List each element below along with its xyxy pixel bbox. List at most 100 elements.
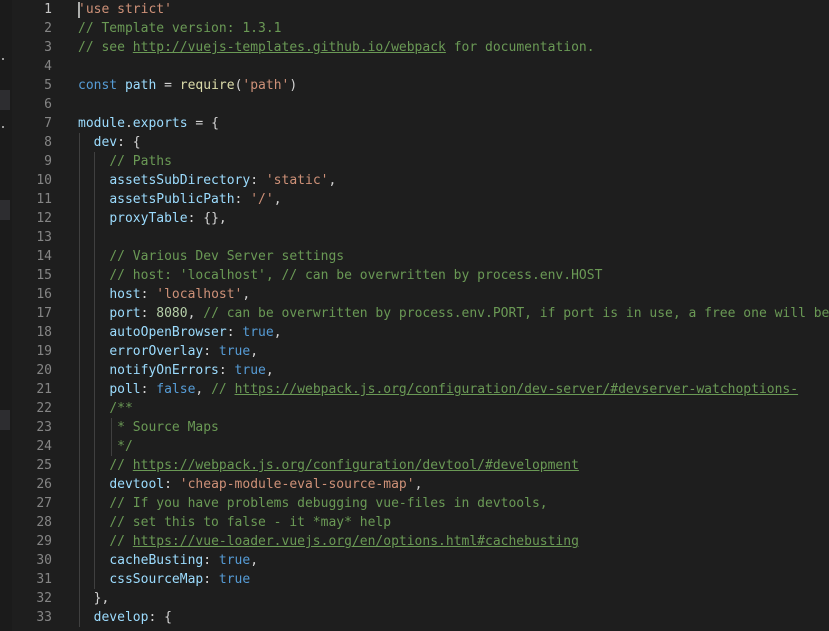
code-token-plain: , — [265, 363, 274, 378]
code-line[interactable]: 22 /** — [0, 399, 829, 418]
code-line[interactable]: 3 // see http://vuejs-templates.github.io… — [0, 38, 829, 57]
code-token-plain: , — [273, 192, 282, 207]
code-token-plain: , — [414, 477, 423, 492]
code-text[interactable]: }, — [78, 589, 110, 608]
code-line[interactable]: 9 // Paths — [0, 152, 829, 171]
code-text[interactable]: // Various Dev Server settings — [78, 247, 344, 266]
code-token-comment: // — [211, 382, 235, 397]
code-text[interactable]: poll: false, // https://webpack.js.org/c… — [78, 380, 798, 399]
code-line[interactable]: 2 // Template version: 1.3.1 — [0, 19, 829, 38]
code-line[interactable]: 8 dev: { — [0, 133, 829, 152]
code-line[interactable]: 16 host: 'localhost', — [0, 285, 829, 304]
code-line[interactable]: 17 port: 8080, // can be overwritten by … — [0, 304, 829, 323]
code-token-plain: , — [187, 306, 204, 321]
code-token-comment: // set this to false - it *may* help — [109, 515, 392, 530]
code-text[interactable]: // see http://vuejs-templates.github.io/… — [78, 38, 595, 57]
code-token-plain: : — [250, 173, 266, 188]
code-line[interactable]: 18 autoOpenBrowser: true, — [0, 323, 829, 342]
code-text[interactable]: host: 'localhost', — [78, 285, 250, 304]
code-line[interactable]: 10 assetsSubDirectory: 'static', — [0, 171, 829, 190]
code-token-plain: , — [250, 553, 259, 568]
code-token-keyword: true — [218, 572, 251, 587]
code-line[interactable]: 28 // set this to false - it *may* help — [0, 513, 829, 532]
code-line[interactable]: 31 cssSourceMap: true — [0, 570, 829, 589]
code-token-prop: assetsSubDirectory — [109, 173, 251, 188]
code-token-plain: . — [124, 116, 133, 131]
code-line[interactable]: 11 assetsPublicPath: '/', — [0, 190, 829, 209]
code-token-link[interactable]: https://vue-loader.vuejs.org/en/options.… — [133, 534, 579, 549]
code-line[interactable]: 4 — [0, 57, 829, 76]
code-token-string: 'path' — [242, 78, 290, 93]
line-number: 11 — [36, 192, 52, 207]
code-line[interactable]: 13 — [0, 228, 829, 247]
code-text[interactable]: // Template version: 1.3.1 — [78, 19, 282, 38]
line-number: 30 — [36, 553, 52, 568]
code-text[interactable]: // set this to false - it *may* help — [78, 513, 391, 532]
code-line[interactable]: 12 proxyTable: {}, — [0, 209, 829, 228]
code-line[interactable]: 1 'use strict' — [0, 0, 829, 19]
code-line[interactable]: 6 — [0, 95, 829, 114]
code-line[interactable]: 24 */ — [0, 437, 829, 456]
code-text[interactable]: devtool: 'cheap-module-eval-source-map', — [78, 475, 422, 494]
code-text[interactable]: errorOverlay: true, — [78, 342, 258, 361]
code-token-plain: : — [203, 553, 219, 568]
code-line[interactable]: 15 // host: 'localhost', // can be overw… — [0, 266, 829, 285]
code-line[interactable]: 32 }, — [0, 589, 829, 608]
code-token-plain: : { — [148, 610, 172, 625]
code-text[interactable]: assetsPublicPath: '/', — [78, 190, 282, 209]
code-text[interactable]: const path = require('path') — [78, 76, 297, 95]
code-line[interactable]: 27 // If you have problems debugging vue… — [0, 494, 829, 513]
code-token-plain: , — [250, 344, 259, 359]
line-number: 8 — [44, 135, 52, 150]
code-text[interactable]: port: 8080, // can be overwritten by pro… — [78, 304, 829, 323]
code-line[interactable]: 20 notifyOnErrors: true, — [0, 361, 829, 380]
code-text[interactable]: 'use strict' — [78, 0, 172, 19]
code-text[interactable]: // https://webpack.js.org/configuration/… — [78, 456, 579, 475]
code-token-comment: for documentation. — [445, 40, 595, 55]
code-line[interactable]: 23 * Source Maps — [0, 418, 829, 437]
code-text[interactable]: module.exports = { — [78, 114, 219, 133]
code-line[interactable]: 26 devtool: 'cheap-module-eval-source-ma… — [0, 475, 829, 494]
code-text[interactable]: notifyOnErrors: true, — [78, 361, 274, 380]
code-text[interactable]: develop: { — [78, 608, 172, 627]
code-token-link[interactable]: http://vuejs-templates.github.io/webpack — [133, 40, 446, 55]
code-text[interactable]: /** — [78, 399, 132, 418]
code-line[interactable]: 5 const path = require('path') — [0, 76, 829, 95]
code-line[interactable]: 21 poll: false, // https://webpack.js.or… — [0, 380, 829, 399]
code-editor[interactable]: 1 'use strict' 2 // Template version: 1.3.1… — [0, 0, 829, 631]
code-token-link[interactable]: https://webpack.js.org/configuration/dev… — [133, 458, 579, 473]
code-text[interactable]: proxyTable: {}, — [78, 209, 226, 228]
code-line[interactable]: 30 cacheBusting: true, — [0, 551, 829, 570]
code-text[interactable]: cssSourceMap: true — [78, 570, 250, 589]
code-token-comment: // — [109, 458, 133, 473]
code-token-keyword: true — [218, 344, 251, 359]
code-text[interactable]: dev: { — [78, 133, 141, 152]
code-line[interactable]: 29 // https://vue-loader.vuejs.org/en/op… — [0, 532, 829, 551]
code-text[interactable]: autoOpenBrowser: true, — [78, 323, 281, 342]
line-number: 3 — [44, 40, 52, 55]
code-line[interactable]: 14 // Various Dev Server settings — [0, 247, 829, 266]
line-number: 22 — [36, 401, 52, 416]
code-token-keyword: true — [234, 363, 266, 378]
code-line[interactable]: 33 develop: { — [0, 608, 829, 627]
line-number: 18 — [36, 325, 52, 340]
code-line[interactable]: 19 errorOverlay: true, — [0, 342, 829, 361]
code-text[interactable]: assetsSubDirectory: 'static', — [78, 171, 336, 190]
code-token-prop: cacheBusting — [109, 553, 204, 568]
code-line[interactable]: 25 // https://webpack.js.org/configurati… — [0, 456, 829, 475]
code-token-link[interactable]: https://webpack.js.org/configuration/dev… — [235, 382, 799, 397]
code-text[interactable]: // Paths — [78, 152, 172, 171]
code-text[interactable]: // host: 'localhost', // can be overwrit… — [78, 266, 602, 285]
code-text[interactable]: cacheBusting: true, — [78, 551, 258, 570]
code-text[interactable]: * Source Maps — [78, 418, 219, 437]
code-text[interactable]: // https://vue-loader.vuejs.org/en/optio… — [78, 532, 579, 551]
code-text[interactable]: */ — [78, 437, 133, 456]
code-line[interactable]: 7 module.exports = { — [0, 114, 829, 133]
code-text[interactable]: // If you have problems debugging vue-fi… — [78, 494, 547, 513]
code-token-plain: ) — [289, 78, 298, 93]
